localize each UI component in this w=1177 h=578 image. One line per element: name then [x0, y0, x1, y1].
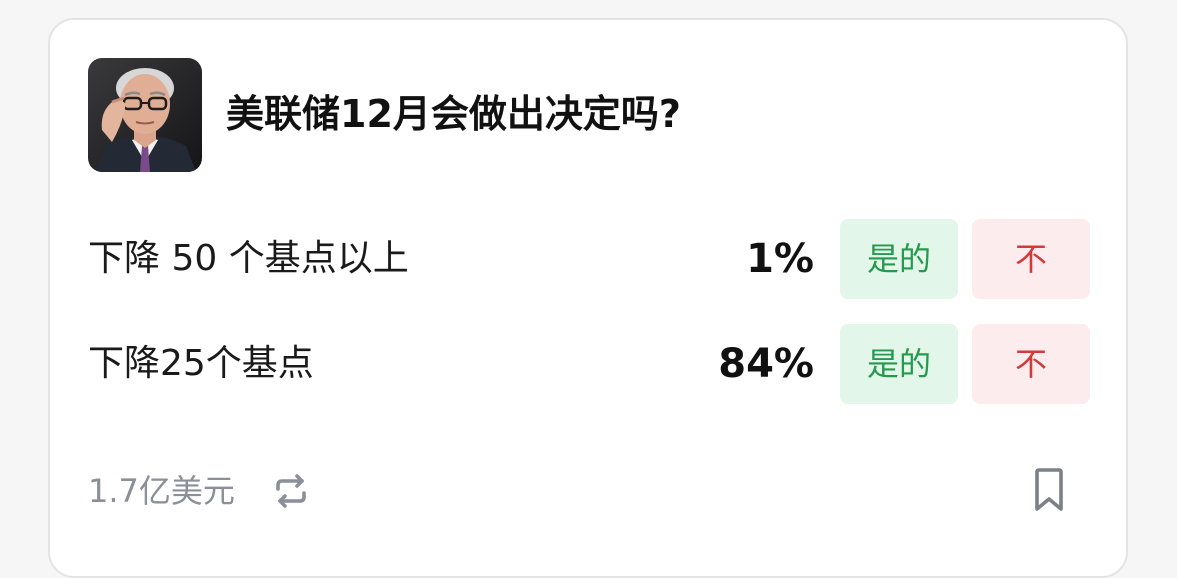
market-avatar [88, 58, 202, 172]
market-title[interactable]: 美联储12月会做出决定吗? [226, 86, 681, 142]
repeat-arrows-icon[interactable] [272, 472, 310, 510]
outcome-label: 下降 50 个基点以上 [88, 238, 409, 279]
yes-button[interactable]: 是的 [840, 324, 958, 404]
market-card[interactable]: 美联储12月会做出决定吗? 下降 50 个基点以上 1% 是的 不 下降25个基… [48, 18, 1128, 578]
outcome-label: 下降25个基点 [88, 343, 314, 384]
no-button[interactable]: 不 [972, 219, 1090, 299]
outcome-row: 下降 50 个基点以上 1% 是的 不 [50, 219, 1130, 299]
no-button[interactable]: 不 [972, 324, 1090, 404]
volume-text: 1.7亿美元 [88, 472, 235, 510]
bookmark-icon[interactable] [1032, 467, 1066, 513]
outcome-probability: 1% [746, 236, 814, 282]
portrait-image [88, 58, 202, 172]
outcome-probability: 84% [718, 341, 814, 387]
yes-button[interactable]: 是的 [840, 219, 958, 299]
outcome-row: 下降25个基点 84% 是的 不 [50, 324, 1130, 404]
